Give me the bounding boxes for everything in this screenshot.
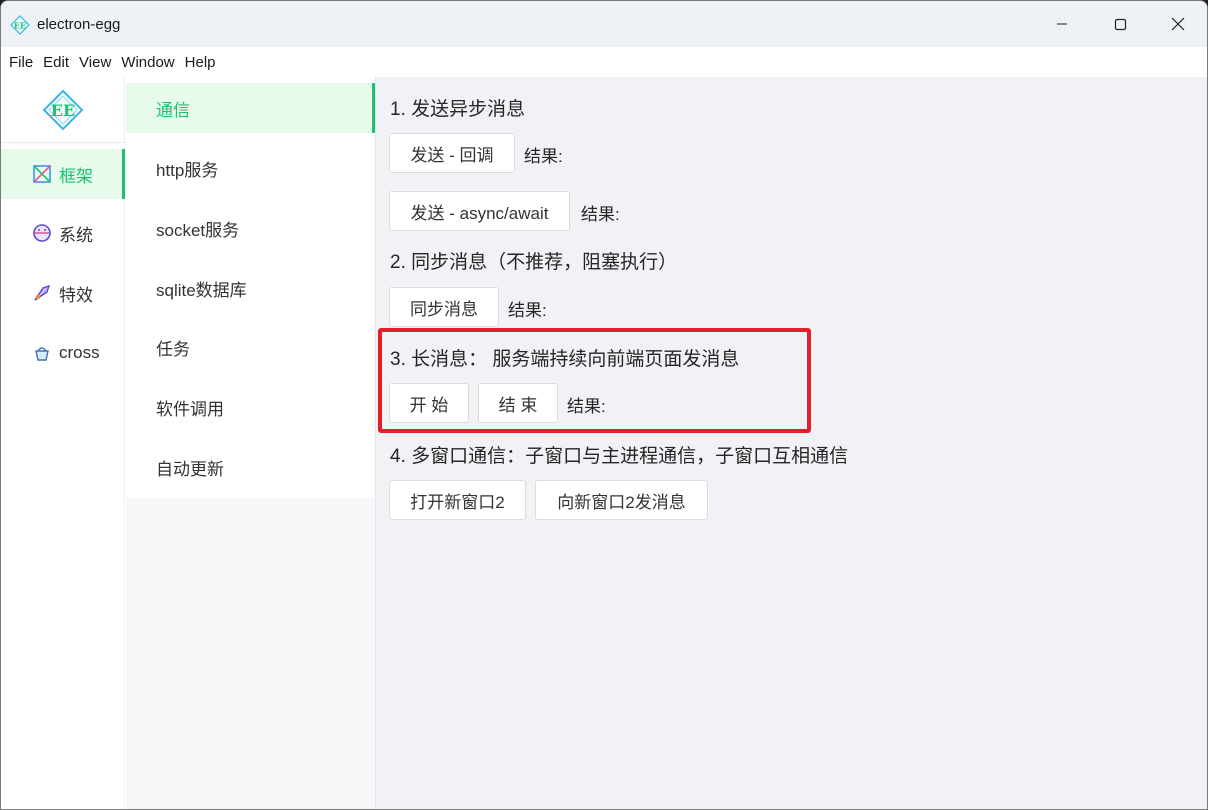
close-icon (1171, 17, 1185, 31)
send-to-window-button[interactable]: 向新窗口2发消息 (535, 480, 708, 520)
menu-item-http[interactable]: http服务 (126, 143, 375, 193)
sidebar-item-effects[interactable]: 特效 (1, 268, 125, 318)
window-title: electron-egg (37, 16, 121, 33)
title-bar: EE electron-egg (1, 1, 1207, 47)
menu-item-software[interactable]: 软件调用 (126, 382, 375, 432)
sidebar-item-framework[interactable]: 框架 (1, 149, 125, 199)
send-callback-button[interactable]: 发送 - 回调 (389, 133, 515, 173)
app-window: EE electron-egg File Edit View Window He… (0, 0, 1208, 810)
send-async-button[interactable]: 发送 - async/await (389, 191, 570, 231)
menu-item-jobs[interactable]: 任务 (126, 322, 375, 372)
sidebar-item-label: 框架 (59, 166, 93, 186)
close-button[interactable] (1149, 1, 1207, 47)
menu-view[interactable]: View (79, 54, 119, 71)
menu-window[interactable]: Window (121, 54, 182, 71)
logo-area: EE (1, 77, 125, 143)
result-label: 结果: (567, 397, 606, 416)
sidebar-item-label: cross (59, 343, 100, 362)
sidebar-item-label: 特效 (59, 285, 93, 305)
app-logo-icon: EE (10, 15, 30, 35)
ee-logo: EE (42, 89, 84, 131)
menu-item-autoupdate[interactable]: 自动更新 (126, 442, 375, 492)
result-label: 结果: (508, 301, 547, 320)
menu-edit[interactable]: Edit (43, 54, 77, 71)
menu-item-ipc[interactable]: 通信 (126, 83, 375, 133)
section-long-title: 3. 长消息： 服务端持续向前端页面发消息 (390, 349, 740, 370)
secondary-sidebar: 通信 http服务 socket服务 sqlite数据库 任务 软件调用 自动更… (126, 77, 375, 809)
sidebar-item-cross[interactable]: cross (1, 328, 125, 378)
menu-help[interactable]: Help (185, 54, 224, 71)
sidebar-item-label: 系统 (59, 225, 93, 245)
menu-file[interactable]: File (9, 54, 41, 71)
main-content: 1. 发送异步消息 发送 - 回调 结果: 发送 - async/await 结… (375, 77, 1207, 809)
section-sync-title: 2. 同步消息（不推荐，阻塞执行） (390, 252, 678, 273)
maximize-button[interactable] (1091, 1, 1149, 47)
minimize-icon (1057, 23, 1067, 25)
sidebar-item-system[interactable]: 系统 (1, 208, 125, 258)
system-icon (31, 222, 53, 244)
section-async-title: 1. 发送异步消息 (390, 99, 526, 120)
section-multiwindow-title: 4. 多窗口通信：子窗口与主进程通信，子窗口互相通信 (390, 446, 849, 467)
svg-text:EE: EE (51, 101, 75, 120)
start-button[interactable]: 开 始 (389, 383, 469, 423)
effects-icon (31, 282, 53, 304)
open-window-button[interactable]: 打开新窗口2 (389, 480, 526, 520)
primary-sidebar: EE 框架 系统 特效 cross (1, 77, 125, 809)
menu-item-socket[interactable]: socket服务 (126, 203, 375, 253)
menu-bar: File Edit View Window Help (1, 47, 1207, 77)
menu-item-sqlite[interactable]: sqlite数据库 (126, 263, 375, 313)
result-label: 结果: (581, 205, 620, 224)
secondary-menu: 通信 http服务 socket服务 sqlite数据库 任务 软件调用 自动更… (126, 77, 375, 498)
end-button[interactable]: 结 束 (478, 383, 558, 423)
result-label: 结果: (524, 147, 563, 166)
framework-icon (31, 163, 53, 185)
cross-icon (31, 342, 53, 364)
svg-text:EE: EE (14, 21, 26, 31)
minimize-button[interactable] (1033, 1, 1091, 47)
maximize-icon (1114, 18, 1126, 30)
sync-message-button[interactable]: 同步消息 (389, 287, 499, 327)
